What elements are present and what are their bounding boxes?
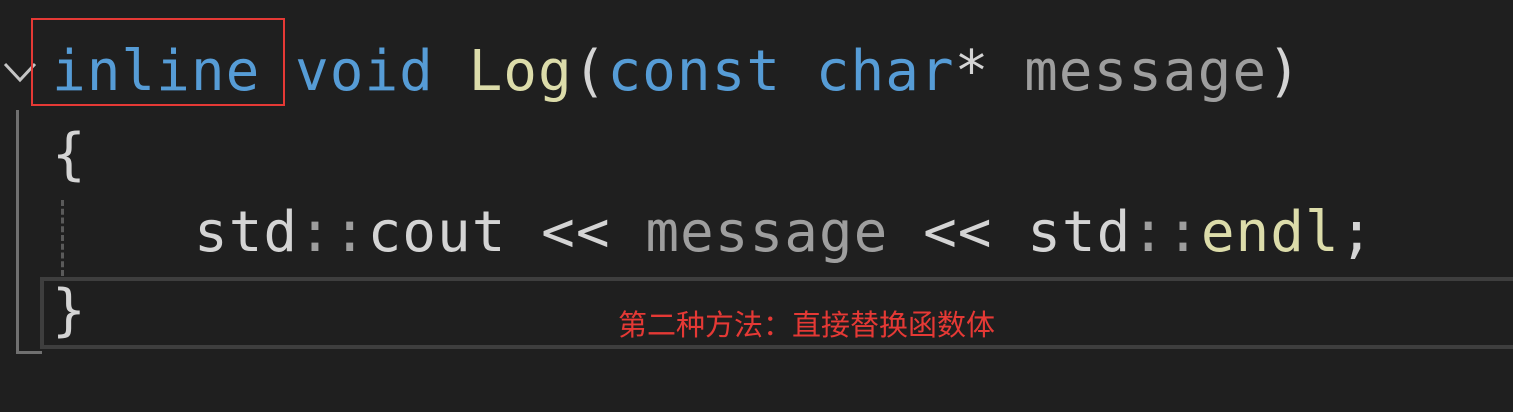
variable-message: message [645,200,889,265]
bracket-guide [16,110,19,354]
function-name: Log [468,39,573,104]
pointer-operator: * [954,39,990,104]
close-brace: } [52,278,87,343]
function-endl: endl [1200,200,1340,265]
identifier-cout: cout [367,200,507,265]
code-line-4[interactable]: } [52,271,87,351]
keyword-void: void [295,39,434,104]
open-brace: { [52,122,87,187]
code-line-3[interactable]: std::cout << message << std::endl; [52,193,1374,273]
code-line-2[interactable]: { [52,115,87,195]
keyword-highlight-box [31,18,285,106]
scope-operator: :: [1131,200,1201,265]
parameter-name: message [1024,39,1268,104]
namespace-std: std [194,200,299,265]
scope-operator: :: [298,200,368,265]
code-editor[interactable]: inline void Log(const char* message) { s… [0,0,1513,412]
open-paren: ( [572,39,608,104]
keyword-const: const [607,39,782,104]
annotation-text: 第二种方法：直接替换函数体 [618,308,996,342]
stream-operator: << [923,200,993,265]
stream-operator: << [541,200,611,265]
keyword-char: char [815,39,955,104]
namespace-std: std [1027,200,1132,265]
semicolon: ; [1339,200,1375,265]
close-paren: ) [1267,39,1302,104]
bracket-guide-end [16,351,42,354]
